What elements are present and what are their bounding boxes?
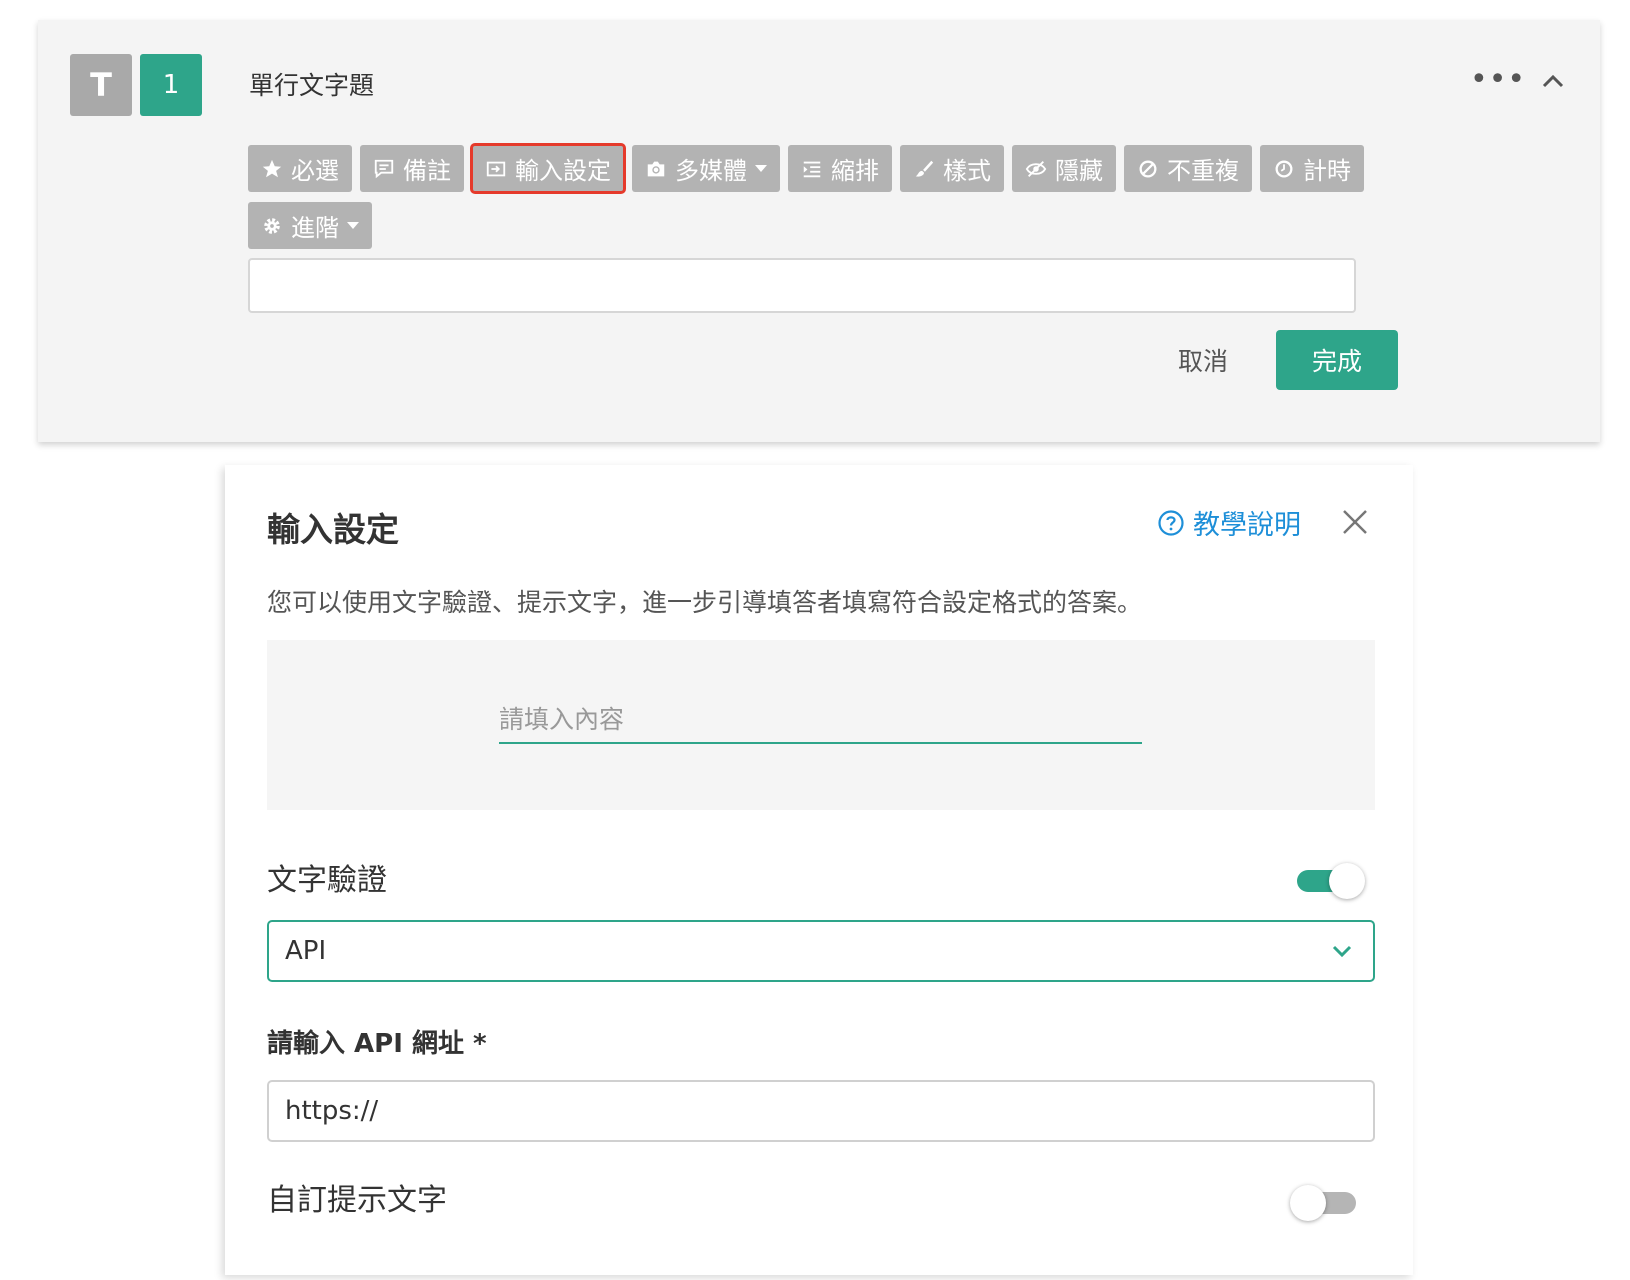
- text-validation-label: 文字驗證: [267, 863, 387, 898]
- indent-icon: [803, 161, 821, 177]
- indent-button[interactable]: 縮排: [788, 145, 892, 192]
- caret-down-icon: [347, 222, 359, 229]
- question-title[interactable]: 單行文字題: [249, 66, 374, 102]
- comment-icon: [374, 159, 394, 178]
- gear-icon: [264, 217, 280, 234]
- indent-button-label: 縮排: [831, 157, 879, 185]
- clock-icon: [1275, 160, 1293, 177]
- validation-type-value: API: [285, 936, 327, 966]
- toggle-knob: [1290, 1185, 1326, 1221]
- brush-icon: [915, 160, 934, 177]
- chevron-down-icon: [1332, 945, 1352, 958]
- preview-area: [267, 640, 1375, 810]
- answer-text-input[interactable]: [248, 258, 1356, 313]
- panel-description: 您可以使用文字驗證、提示文字，進一步引導填答者填寫符合設定格式的答案。: [267, 588, 1143, 617]
- api-url-value: https://: [285, 1096, 379, 1126]
- star-icon: [262, 159, 282, 177]
- timer-button-label: 計時: [1303, 157, 1351, 185]
- note-button[interactable]: 備註: [360, 145, 464, 192]
- no-repeat-button-label: 不重複: [1167, 157, 1239, 185]
- input-settings-button[interactable]: 輸入設定: [470, 143, 626, 194]
- input-settings-panel: 輸入設定 教學說明 您可以使用文字驗證、提示文字，進一步引導填答者填寫符合設定格…: [225, 465, 1413, 1275]
- done-button[interactable]: 完成: [1276, 330, 1398, 390]
- advanced-button-label: 進階: [291, 214, 339, 242]
- custom-hint-toggle[interactable]: [1290, 1185, 1360, 1221]
- text-validation-toggle[interactable]: [1295, 863, 1365, 899]
- media-button-label: 多媒體: [675, 157, 747, 185]
- input-settings-button-label: 輸入設定: [515, 157, 611, 185]
- more-options-icon[interactable]: •••: [1470, 62, 1526, 97]
- toggle-knob: [1329, 863, 1365, 899]
- help-link-label: 教學說明: [1193, 510, 1301, 541]
- custom-hint-label: 自訂提示文字: [267, 1183, 447, 1218]
- api-url-label: 請輸入 API 網址 *: [267, 1029, 487, 1059]
- timer-button[interactable]: 計時: [1260, 145, 1364, 192]
- question-card: T 1 單行文字題 ••• 必選 備註 輸入設定 多媒體 縮排 樣式 隱藏 不重…: [38, 20, 1600, 442]
- advanced-button[interactable]: 進階: [248, 202, 372, 249]
- note-button-label: 備註: [403, 157, 451, 185]
- help-link[interactable]: 教學說明: [1157, 503, 1301, 542]
- media-button[interactable]: 多媒體: [632, 145, 780, 192]
- caret-down-icon: [755, 165, 767, 172]
- close-icon[interactable]: [1338, 505, 1372, 539]
- question-number-badge: 1: [140, 54, 202, 116]
- question-type-badge: T: [70, 54, 132, 116]
- hide-button-label: 隱藏: [1055, 157, 1103, 185]
- eye-slash-icon: [1025, 160, 1047, 177]
- validation-type-select[interactable]: API: [267, 920, 1375, 982]
- required-button-label: 必選: [291, 157, 339, 185]
- ban-icon: [1139, 160, 1157, 177]
- no-repeat-button[interactable]: 不重複: [1124, 145, 1252, 192]
- question-toolbar: 必選 備註 輸入設定 多媒體 縮排 樣式 隱藏 不重複 計時 進階: [248, 143, 1368, 249]
- preview-input[interactable]: [499, 696, 1142, 744]
- input-icon: [486, 161, 506, 176]
- required-button[interactable]: 必選: [248, 145, 352, 192]
- question-circle-icon: [1158, 509, 1184, 536]
- chevron-up-icon[interactable]: [1538, 66, 1568, 96]
- hide-button[interactable]: 隱藏: [1012, 145, 1116, 192]
- panel-title: 輸入設定: [267, 510, 399, 549]
- style-button[interactable]: 樣式: [900, 145, 1004, 192]
- api-url-input[interactable]: https://: [267, 1080, 1375, 1142]
- cancel-button[interactable]: 取消: [1178, 342, 1228, 378]
- style-button-label: 樣式: [943, 157, 991, 185]
- camera-icon: [647, 161, 665, 176]
